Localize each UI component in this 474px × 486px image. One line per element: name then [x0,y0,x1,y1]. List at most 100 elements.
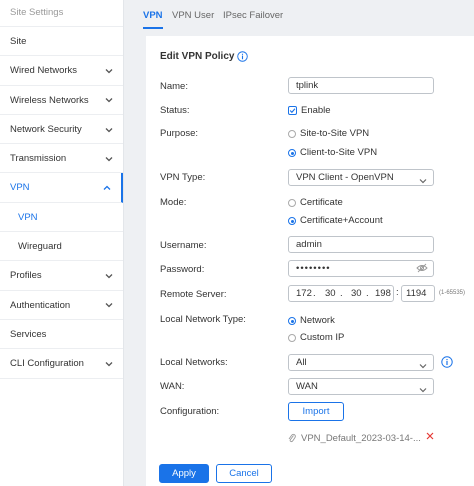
radio-off-icon [288,334,296,342]
purpose-site-to-site-radio[interactable]: Site-to-Site VPN [288,128,369,140]
sidebar-item-label: VPN [10,182,30,194]
sidebar-item-site[interactable]: Site [0,27,123,57]
sidebar: Site Settings Site Wired Networks Wirele… [0,0,124,486]
chevron-down-icon [419,359,427,374]
sidebar-item-authentication[interactable]: Authentication [0,291,123,320]
sidebar-item-profiles[interactable]: Profiles [0,261,123,291]
password-input[interactable]: •••••••• [288,260,434,277]
sidebar-item-wireless-networks[interactable]: Wireless Networks [0,86,123,115]
mode-certificate-radio[interactable]: Certificate [288,197,343,209]
sidebar-item-cli-configuration[interactable]: CLI Configuration [0,349,123,379]
status-enable-checkbox[interactable]: Enable [288,105,331,117]
radio-label: Custom IP [300,332,345,343]
vpn-type-label: VPN Type: [160,172,206,183]
sidebar-item-services[interactable]: Services [0,320,123,350]
tab-ipsec-failover[interactable]: IPsec Failover [223,10,283,27]
config-file-name: VPN_Default_2023-03-14-... [301,433,421,444]
chevron-down-icon [105,261,113,290]
local-network-type-network-radio[interactable]: Network [288,315,335,327]
radio-on-icon [288,217,296,225]
info-icon[interactable] [237,51,248,65]
sidebar-item-label: Wireless Networks [10,94,89,106]
paperclip-icon [288,433,296,446]
remote-server-port-input[interactable]: 1194 [401,285,435,302]
tab-bar: VPN VPN User IPsec Failover [124,0,474,32]
tab-vpn[interactable]: VPN [143,10,163,29]
tab-vpn-user[interactable]: VPN User [172,10,214,27]
sidebar-item-label: Services [10,328,47,340]
radio-on-icon [288,317,296,325]
purpose-client-to-site-radio[interactable]: Client-to-Site VPN [288,147,377,159]
sidebar-item-label: Wireguard [18,241,62,253]
ip-octet-2: 30 [325,288,336,299]
sidebar-item-vpn[interactable]: VPN [0,173,123,203]
panel-title: Edit VPN Policy [160,51,235,62]
sidebar-item-label: Wired Networks [10,65,78,77]
sidebar-item-wired-networks[interactable]: Wired Networks [0,56,123,86]
name-input[interactable]: tplink [288,77,434,94]
local-network-type-custom-ip-radio[interactable]: Custom IP [288,332,344,344]
radio-label: Certificate [300,197,343,208]
ip-dot: . [366,288,369,299]
delete-file-icon[interactable] [426,432,434,443]
ip-octet-1: 172 [296,288,312,299]
status-label: Status: [160,105,190,116]
radio-label: Network [300,315,335,326]
local-network-type-label: Local Network Type: [160,314,246,325]
chevron-down-icon [105,291,113,320]
eye-off-icon[interactable] [416,263,428,278]
username-label: Username: [160,240,207,251]
radio-label: Site-to-Site VPN [300,128,370,139]
sidebar-item-network-security[interactable]: Network Security [0,115,123,145]
password-label: Password: [160,264,205,275]
chevron-down-icon [419,383,427,398]
chevron-down-icon [105,86,113,115]
wan-select[interactable]: WAN [288,378,434,395]
mode-certificate-account-radio[interactable]: Certificate+Account [288,215,383,227]
mode-label: Mode: [160,197,187,208]
password-value: •••••••• [296,263,331,274]
local-networks-label: Local Networks: [160,357,228,368]
ip-dot: . [340,288,343,299]
radio-off-icon [288,130,296,138]
sidebar-header: Site Settings [0,0,123,27]
sidebar-item-label: Transmission [10,153,67,165]
cancel-button[interactable]: Cancel [216,464,272,483]
chevron-down-icon [105,115,113,144]
edit-vpn-policy-panel: Edit VPN Policy Name: tplink Status: Ena… [146,36,474,486]
purpose-label: Purpose: [160,128,199,139]
sidebar-item-transmission[interactable]: Transmission [0,144,123,174]
local-networks-value: All [296,357,307,368]
radio-label: Client-to-Site VPN [300,147,378,158]
import-button[interactable]: Import [288,402,344,421]
radio-on-icon [288,149,296,157]
sidebar-item-label: VPN [18,211,38,223]
local-networks-select[interactable]: All [288,354,434,371]
apply-button[interactable]: Apply [159,464,209,483]
remote-server-label: Remote Server: [160,289,227,300]
chevron-up-icon [103,173,111,202]
chevron-down-icon [105,144,113,173]
port-range-hint: (1-65535) [439,290,466,296]
chevron-down-icon [105,349,113,378]
status-option-label: Enable [301,105,331,116]
ip-dot: . [313,288,316,299]
name-label: Name: [160,81,188,92]
port-separator: : [396,287,399,298]
username-input[interactable]: admin [288,236,434,253]
sidebar-item-label: Network Security [10,123,82,135]
radio-off-icon [288,199,296,207]
wan-label: WAN: [160,381,185,392]
chevron-down-icon [105,56,113,85]
info-icon[interactable] [441,356,453,371]
sidebar-subitem-wireguard[interactable]: Wireguard [0,232,123,262]
ip-octet-3: 30 [351,288,362,299]
vpn-type-select[interactable]: VPN Client - OpenVPN [288,169,434,186]
remote-server-ip-input[interactable]: 172 . 30 . 30 . 198 [288,285,394,302]
wan-value: WAN [296,381,318,392]
radio-label: Certificate+Account [300,215,383,226]
sidebar-item-label: Authentication [10,299,71,311]
sidebar-subitem-vpn[interactable]: VPN [0,203,123,233]
sidebar-item-label: Profiles [10,270,42,282]
ip-octet-4: 198 [375,288,391,299]
